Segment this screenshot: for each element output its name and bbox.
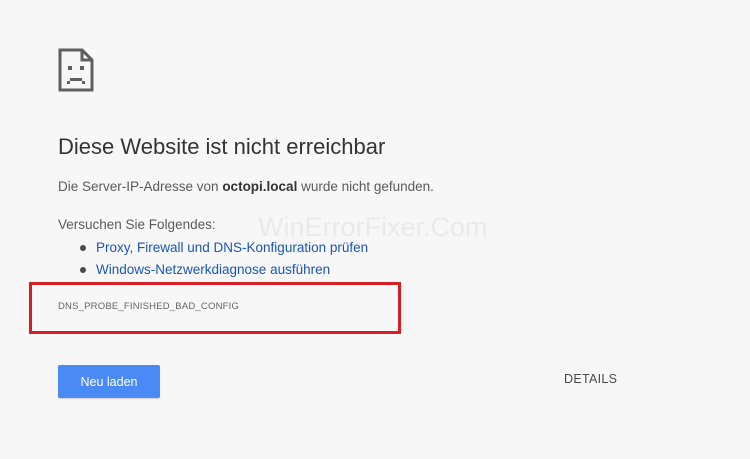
- error-code: DNS_PROBE_FINISHED_BAD_CONFIG: [58, 301, 240, 312]
- suggestions-heading: Versuchen Sie Folgendes:: [58, 217, 216, 232]
- run-network-diagnostics-link[interactable]: Windows-Netzwerkdiagnose ausführen: [96, 262, 330, 277]
- error-summary: Die Server-IP-Adresse von octopi.local w…: [58, 179, 434, 194]
- summary-suffix: wurde nicht gefunden.: [297, 179, 434, 194]
- sad-page-icon: [58, 48, 94, 92]
- details-button[interactable]: DETAILS: [560, 372, 621, 386]
- suggestions-list: Proxy, Firewall und DNS-Konfiguration pr…: [78, 239, 368, 283]
- bullet-icon: [80, 267, 86, 273]
- suggestion-item: Proxy, Firewall und DNS-Konfiguration pr…: [78, 239, 368, 261]
- suggestion-item: Windows-Netzwerkdiagnose ausführen: [78, 261, 368, 283]
- reload-button[interactable]: Neu laden: [58, 365, 160, 398]
- check-proxy-firewall-dns-link[interactable]: Proxy, Firewall und DNS-Konfiguration pr…: [96, 240, 368, 255]
- summary-prefix: Die Server-IP-Adresse von: [58, 179, 223, 194]
- bullet-icon: [80, 245, 86, 251]
- page-title: Diese Website ist nicht erreichbar: [58, 134, 386, 159]
- host-name: octopi.local: [222, 179, 298, 194]
